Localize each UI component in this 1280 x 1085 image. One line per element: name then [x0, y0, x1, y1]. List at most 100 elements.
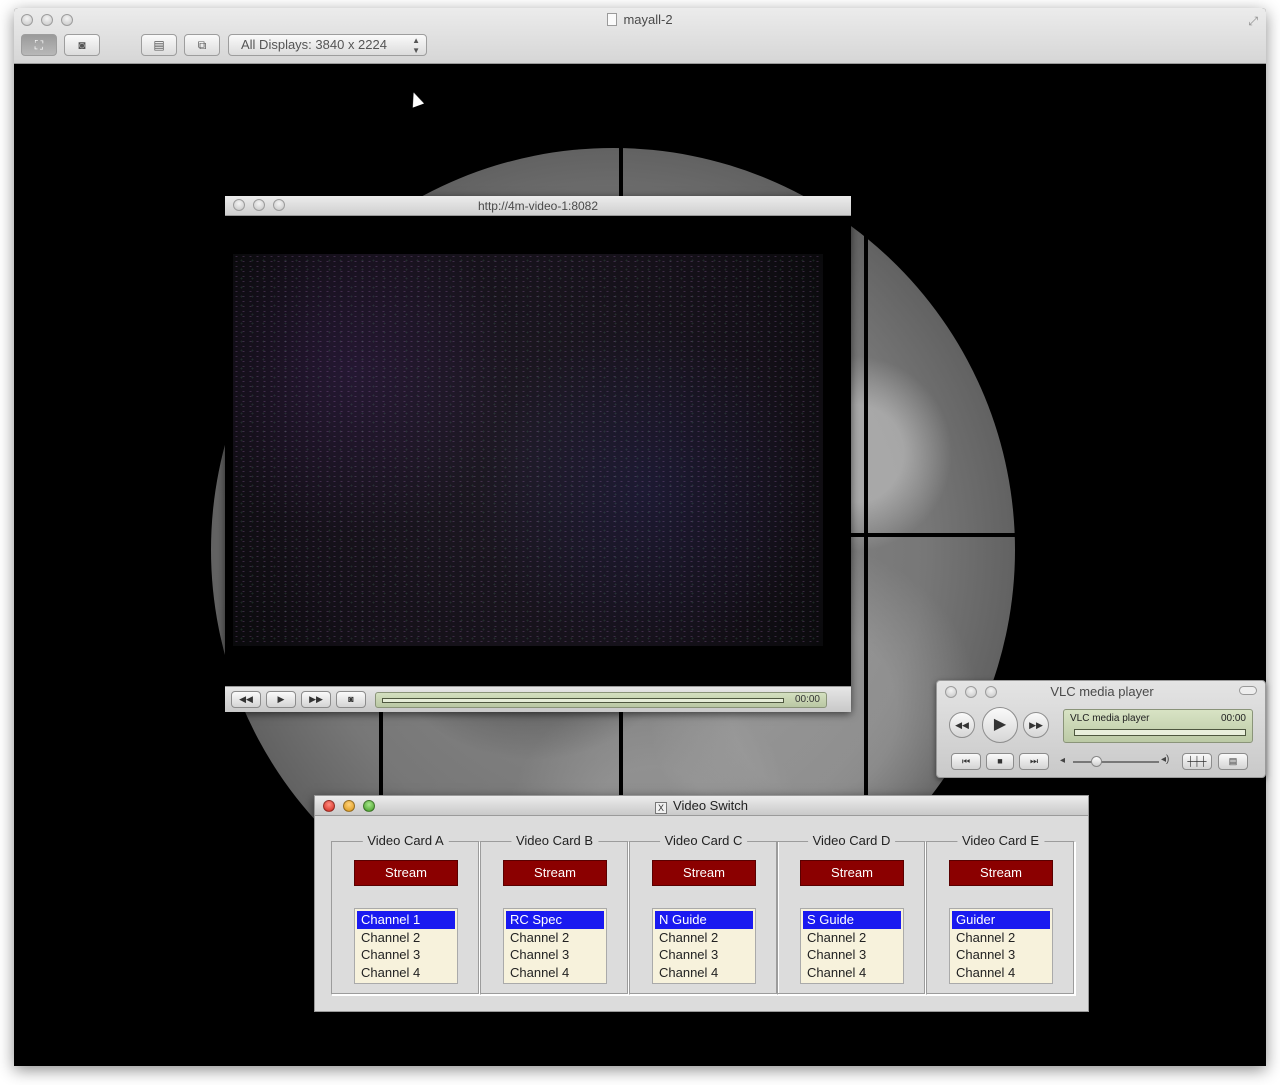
fit-screen-icon: ⛶ [34, 38, 44, 52]
channel-listbox[interactable]: Guider Channel 2 Channel 3 Channel 4 [949, 908, 1053, 984]
channel-list-item[interactable]: Channel 4 [357, 964, 455, 982]
vlc-stop-button[interactable]: ■ [986, 753, 1014, 770]
vlc-lcd-name: VLC media player [1070, 713, 1150, 724]
vlc-lcd-display: VLC media player 00:00 [1063, 709, 1253, 743]
equalizer-icon: ┼┼┼ [1187, 756, 1207, 766]
channel-listbox[interactable]: N Guide Channel 2 Channel 3 Channel 4 [652, 908, 756, 984]
camera-icon: ◙ [78, 38, 86, 52]
channel-list-item[interactable]: S Guide [803, 911, 901, 929]
video-card-label: Video Card B [510, 833, 599, 848]
fit-screen-button[interactable]: ⛶ [21, 34, 57, 56]
x11-icon: X [655, 802, 668, 814]
vlc-seek-bar[interactable] [1074, 729, 1246, 736]
video-card-e: Video Card E Stream Guider Channel 2 Channel… [926, 833, 1075, 995]
playlist-icon: ▤ [1228, 756, 1238, 766]
video-card-c: Video Card C Stream N Guide Channel 2 Channe… [629, 833, 778, 995]
play-button[interactable]: ▶ [266, 691, 296, 708]
select-arrows-icon: ▲ ▼ [412, 36, 420, 55]
play-icon: ▶ [277, 694, 285, 704]
display-select-value: All Displays: 3840 x 2224 [241, 37, 387, 52]
video-card-b: Video Card B Stream RC Spec Channel 2 Channe… [480, 833, 629, 995]
video-controls: ◀◀ ▶ ▶▶ ◙ 00:00 [225, 686, 851, 712]
mouse-cursor [407, 90, 425, 108]
rewind-icon: ◀◀ [239, 694, 253, 704]
channel-list-item[interactable]: Channel 2 [655, 929, 753, 947]
video-card-label: Video Card E [956, 833, 1045, 848]
play-icon: ▶ [993, 716, 1007, 733]
channel-list-item[interactable]: Channel 4 [655, 964, 753, 982]
share-icon: ⧉ [197, 38, 207, 52]
video-titlebar: http://4m-video-1:8082 [225, 196, 851, 216]
video-switch-titlebar: X Video Switch [315, 796, 1088, 816]
channel-list-item[interactable]: Channel 3 [952, 946, 1050, 964]
fullscreen-icon[interactable]: ⤢ [1248, 14, 1258, 29]
vlc-prev-button[interactable]: ⏮ [951, 753, 981, 770]
window-title-container: mayall-2 [14, 12, 1266, 27]
channel-list-item[interactable]: Channel 2 [506, 929, 604, 947]
doc-icon [607, 13, 618, 26]
channel-list-item[interactable]: Channel 3 [357, 946, 455, 964]
stream-button[interactable]: Stream [503, 860, 607, 886]
channel-listbox[interactable]: S Guide Channel 2 Channel 3 Channel 4 [800, 908, 904, 984]
video-card-d: Video Card D Stream S Guide Channel 2 Channe… [777, 833, 926, 995]
stream-button[interactable]: Stream [652, 860, 756, 886]
channel-list-item[interactable]: Channel 2 [803, 929, 901, 947]
channel-list-item[interactable]: Channel 4 [952, 964, 1050, 982]
get-clipboard-button[interactable]: ▤ [141, 34, 177, 56]
toolbar-toggle-button[interactable] [1239, 686, 1257, 695]
volume-high-icon: ◂) [1161, 754, 1170, 765]
rewind-icon: ◀◀ [955, 720, 969, 730]
channel-list-item[interactable]: Guider [952, 911, 1050, 929]
vlc-equalizer-button[interactable]: ┼┼┼ [1182, 753, 1212, 770]
vlc-playlist-button[interactable]: ▤ [1218, 753, 1248, 770]
fast-forward-icon: ▶▶ [309, 694, 323, 704]
seek-track[interactable] [382, 698, 784, 703]
stream-button[interactable]: Stream [354, 860, 458, 886]
video-card-label: Video Card C [659, 833, 748, 848]
channel-list-item[interactable]: Channel 3 [803, 946, 901, 964]
channel-listbox[interactable]: RC Spec Channel 2 Channel 3 Channel 4 [503, 908, 607, 984]
video-title: http://4m-video-1:8082 [477, 199, 599, 213]
video-card-a: Video Card A Stream Channel 1 Channel 2 Chan… [331, 833, 480, 995]
channel-list-item[interactable]: Channel 3 [506, 946, 604, 964]
display-select[interactable]: All Displays: 3840 x 2224 ▲ ▼ [228, 34, 427, 56]
screenshot-button[interactable]: ◙ [64, 34, 100, 56]
channel-list-item[interactable]: Channel 2 [952, 929, 1050, 947]
fast-forward-button[interactable]: ▶▶ [301, 691, 331, 708]
volume-slider[interactable] [1073, 761, 1159, 763]
video-noise [233, 254, 823, 646]
stream-button[interactable]: Stream [949, 860, 1053, 886]
vlc-play-button[interactable]: ▶ [982, 707, 1018, 743]
fullscreen-video-button[interactable]: ◙ [336, 691, 366, 708]
rewind-button[interactable]: ◀◀ [231, 691, 261, 708]
vlc-title: VLC media player [1050, 684, 1154, 699]
next-icon: ⏭ [1029, 756, 1039, 766]
channel-list-item[interactable]: Channel 4 [506, 964, 604, 982]
volume-knob[interactable] [1091, 756, 1102, 767]
channel-list-item[interactable]: Channel 4 [803, 964, 901, 982]
vlc-player-window: VLC media player ◀◀ ▶ ▶▶ VLC media playe… [936, 680, 1266, 778]
send-clipboard-button[interactable]: ⧉ [184, 34, 220, 56]
vlc-next-button[interactable]: ⏭ [1019, 753, 1049, 770]
fast-forward-icon: ▶▶ [1029, 720, 1043, 730]
stop-icon: ■ [997, 756, 1003, 766]
video-card-label: Video Card A [362, 833, 449, 848]
seek-bar[interactable]: 00:00 [375, 692, 827, 708]
volume-low-icon: ◂ [1060, 755, 1066, 766]
channel-list-item[interactable]: RC Spec [506, 911, 604, 929]
video-display[interactable] [233, 254, 823, 646]
video-time: 00:00 [794, 694, 820, 705]
video-card-label: Video Card D [807, 833, 896, 848]
stream-button[interactable]: Stream [800, 860, 904, 886]
video-stream-window: http://4m-video-1:8082 ◀◀ ▶ ▶▶ ◙ 00:00 [225, 196, 851, 712]
fullscreen-video-icon: ◙ [348, 694, 354, 704]
channel-list-item[interactable]: Channel 2 [357, 929, 455, 947]
vlc-forward-button[interactable]: ▶▶ [1023, 712, 1049, 738]
vlc-rewind-button[interactable]: ◀◀ [949, 712, 975, 738]
channel-list-item[interactable]: Channel 3 [655, 946, 753, 964]
main-titlebar: mayall-2 ⤢ ⛶ ◙ ▤ ⧉ All Displays: 3840 x … [14, 8, 1266, 64]
window-title: mayall-2 [623, 12, 673, 27]
channel-list-item[interactable]: Channel 1 [357, 911, 455, 929]
channel-listbox[interactable]: Channel 1 Channel 2 Channel 3 Channel 4 [354, 908, 458, 984]
channel-list-item[interactable]: N Guide [655, 911, 753, 929]
